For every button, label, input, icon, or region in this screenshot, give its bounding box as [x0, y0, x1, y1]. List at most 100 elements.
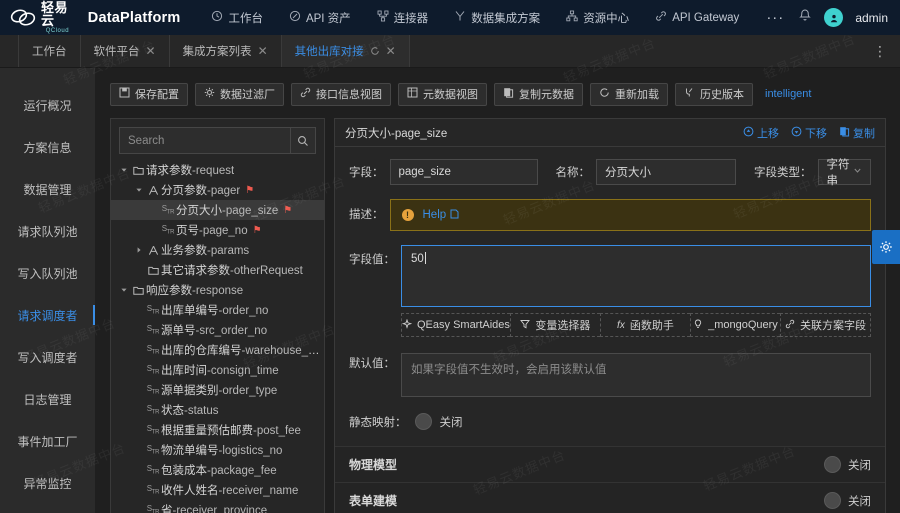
- physical-model-toggle[interactable]: [824, 456, 841, 473]
- chevron-down-icon[interactable]: [117, 286, 130, 294]
- tree-node[interactable]: STR 出库时间-consign_time: [111, 360, 324, 380]
- qeasy-smartaides-button[interactable]: QEasy SmartAides: [401, 313, 510, 337]
- button-label: 重新加载: [615, 89, 659, 101]
- sidebar-item-data-management[interactable]: 数据管理: [0, 168, 95, 210]
- brand-logo[interactable]: 轻易云 QCloud DataPlatform: [0, 1, 180, 34]
- function-helper-button[interactable]: fx 函数助手: [599, 313, 690, 337]
- field-type-select[interactable]: 字符串: [817, 159, 871, 187]
- username-label[interactable]: admin: [855, 11, 888, 25]
- tree-node[interactable]: STR 页号-page_no ⚑: [111, 220, 324, 240]
- tree-node[interactable]: STR 源单据类别-order_type: [111, 380, 324, 400]
- mongo-query-button[interactable]: _mongoQuery: [689, 313, 780, 337]
- settings-fab-button[interactable]: [872, 230, 900, 264]
- chevron-right-icon[interactable]: [132, 246, 145, 254]
- clock-icon: [211, 10, 223, 25]
- search-input[interactable]: [119, 127, 290, 154]
- tree-node[interactable]: STR 源单号-src_order_no: [111, 320, 324, 340]
- tree-node[interactable]: 分页参数-pager ⚑: [111, 180, 324, 200]
- search-icon[interactable]: [290, 127, 316, 154]
- tree-node[interactable]: STR 根据重量预估邮费-post_fee: [111, 420, 324, 440]
- tree-node-label-en: -page_size: [222, 205, 279, 217]
- chevron-down-icon[interactable]: [117, 166, 130, 174]
- move-up-button[interactable]: 上移: [743, 125, 779, 141]
- reload-button[interactable]: 重新加载: [590, 82, 668, 106]
- sidebar-item-write-queue-pool[interactable]: 写入队列池: [0, 252, 95, 294]
- refresh-icon[interactable]: [370, 46, 380, 56]
- tree-node[interactable]: 请求参数-request: [111, 160, 324, 180]
- tree-node[interactable]: STR 分页大小-page_size ⚑: [111, 200, 324, 220]
- form-modeling-toggle[interactable]: [824, 492, 841, 509]
- nav-item-data-integration[interactable]: 数据集成方案: [441, 0, 553, 35]
- tabs-more-button[interactable]: ⋮: [860, 35, 900, 67]
- section-title: 物理模型: [349, 458, 398, 472]
- field-value-textarea[interactable]: 50: [401, 245, 871, 307]
- related-scheme-field-button[interactable]: 关联方案字段: [779, 313, 871, 337]
- brand-logo-sub: QCloud: [45, 28, 70, 34]
- copy-icon: [503, 87, 514, 101]
- save-config-button[interactable]: 保存配置: [110, 82, 188, 106]
- tree-node[interactable]: 响应参数-response: [111, 280, 324, 300]
- sidebar-item-scheme-info[interactable]: 方案信息: [0, 126, 95, 168]
- tree-node[interactable]: STR 省-receiver_province: [111, 500, 324, 513]
- nav-item-api-gateway[interactable]: API Gateway: [642, 0, 752, 35]
- metadata-view-button[interactable]: 元数据视图: [398, 82, 487, 106]
- close-icon[interactable]: ✕: [386, 45, 396, 57]
- brand-logo-cn: 轻易云: [41, 0, 69, 28]
- parameter-tree[interactable]: 请求参数-request 分页参数-pager ⚑ STR 分页大小-page_size…: [111, 158, 324, 513]
- copy-metadata-button[interactable]: 复制元数据: [494, 82, 583, 106]
- help-link[interactable]: Help: [423, 209, 460, 222]
- sidebar-item-request-queue-pool[interactable]: 请求队列池: [0, 210, 95, 252]
- move-down-button[interactable]: 下移: [791, 125, 827, 141]
- tab-other-outbound[interactable]: 其他出库对接 ✕: [281, 35, 410, 67]
- api-info-view-button[interactable]: 接口信息视图: [291, 82, 391, 106]
- close-icon[interactable]: ✕: [258, 45, 268, 57]
- static-mapping-toggle[interactable]: [414, 413, 432, 430]
- nav-item-connector[interactable]: 连接器: [364, 0, 442, 35]
- copy-field-button[interactable]: 复制: [839, 125, 875, 141]
- sidebar-item-overview[interactable]: 运行概况: [0, 84, 95, 126]
- tree-node[interactable]: STR 收件人姓名-receiver_name: [111, 480, 324, 500]
- tab-integration-list[interactable]: 集成方案列表 ✕: [170, 35, 282, 67]
- tab-workbench[interactable]: 工作台: [18, 35, 81, 67]
- bell-icon[interactable]: [798, 8, 812, 27]
- field-name-input[interactable]: [596, 159, 736, 185]
- tree-node-label: 响应参数-response: [146, 282, 243, 298]
- sidebar-item-event-factory[interactable]: 事件加工厂: [0, 420, 95, 462]
- field-key-input[interactable]: [389, 159, 538, 185]
- str-icon: STR: [146, 344, 160, 356]
- tree-node-label-en: -params: [207, 245, 250, 257]
- data-filter-button[interactable]: 数据过滤厂: [195, 82, 284, 106]
- variable-selector-button[interactable]: 变量选择器: [509, 313, 600, 337]
- physical-model-section[interactable]: 物理模型 关闭: [335, 446, 885, 482]
- sidebar-item-log-management[interactable]: 日志管理: [0, 378, 95, 420]
- intelligent-link[interactable]: intelligent: [765, 88, 811, 100]
- nav-item-api-assets[interactable]: API 资产: [276, 0, 364, 35]
- gear-icon: [204, 87, 215, 101]
- tree-node[interactable]: STR 物流单编号-logistics_no: [111, 440, 324, 460]
- tree-node[interactable]: STR 出库的仓库编号-warehouse_no: [111, 340, 324, 360]
- tree-node[interactable]: 其它请求参数-otherRequest: [111, 260, 324, 280]
- helper-label: 函数助手: [629, 320, 674, 332]
- tree-node[interactable]: 业务参数-params: [111, 240, 324, 260]
- tab-software-platform[interactable]: 软件平台 ✕: [81, 35, 170, 67]
- sidebar-item-exception-monitor[interactable]: 异常监控: [0, 462, 95, 504]
- nav-more-button[interactable]: ···: [752, 9, 798, 26]
- nav-item-workbench[interactable]: 工作台: [198, 0, 276, 35]
- form-modeling-section[interactable]: 表单建模 关闭: [335, 482, 885, 513]
- close-icon[interactable]: ✕: [146, 45, 156, 57]
- tree-node[interactable]: STR 状态-status: [111, 400, 324, 420]
- nav-item-resource-center[interactable]: 资源中心: [553, 0, 642, 35]
- chevron-down-icon[interactable]: [132, 186, 145, 194]
- sidebar-item-request-scheduler[interactable]: 请求调度者: [0, 294, 95, 336]
- tab-label: 集成方案列表: [182, 46, 252, 58]
- sidebar-item-write-scheduler[interactable]: 写入调度者: [0, 336, 95, 378]
- str-icon: STR: [146, 364, 160, 376]
- tree-node[interactable]: STR 出库单编号-order_no: [111, 300, 324, 320]
- field-key-label: 字段：: [349, 167, 384, 179]
- avatar[interactable]: [824, 8, 844, 27]
- form-modeling-state: 关闭: [848, 495, 871, 508]
- default-value-input[interactable]: 如果字段值不生效时，会启用该默认值: [401, 353, 871, 397]
- tree-node[interactable]: STR 包装成本-package_fee: [111, 460, 324, 480]
- str-icon: STR: [146, 404, 160, 416]
- history-version-button[interactable]: 历史版本: [675, 82, 753, 106]
